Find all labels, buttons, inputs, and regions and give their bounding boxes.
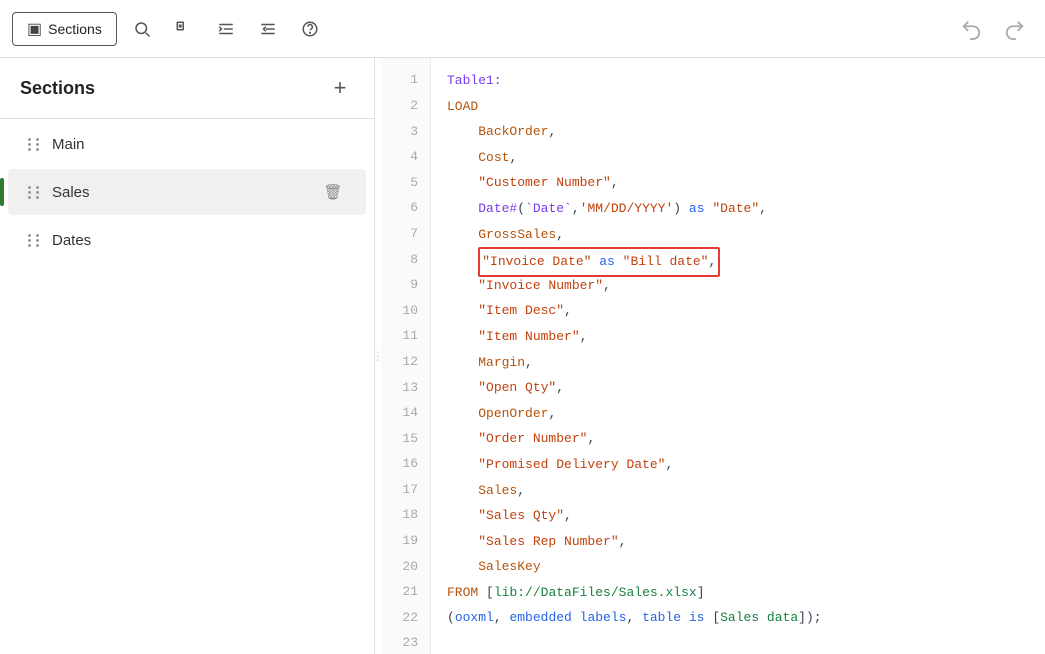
sidebar-item-dates[interactable]: Dates 🗑 [8,217,366,263]
sidebar-item-label-dates: Dates [52,232,310,249]
code-line-6: Date#(`Date`,'MM/DD/YYYY') as "Date", [447,196,1029,222]
search-icon [133,20,151,38]
add-section-button[interactable]: + [326,74,354,102]
undo-icon [960,18,982,40]
code-line-10: "Item Desc", [447,298,1029,324]
code-line-19: "Sales Rep Number", [447,529,1029,555]
sidebar-title: Sections [20,78,95,99]
main-content: Sections + Main 🗑 [0,58,1045,654]
line-number-20: 20 [381,554,430,580]
sidebar-item-sales[interactable]: Sales 🗑 [8,169,366,215]
drag-handle-dates [28,234,42,247]
code-line-13: "Open Qty", [447,375,1029,401]
line-number-8: 8 [381,247,430,273]
line-number-10: 10 [381,298,430,324]
code-line-18: "Sales Qty", [447,503,1029,529]
line-number-14: 14 [381,401,430,427]
line-number-7: 7 [381,222,430,248]
line-number-1: 1 [381,68,430,94]
sidebar-item-label-main: Main [52,136,310,153]
code-line-14: OpenOrder, [447,401,1029,427]
line-number-5: 5 [381,170,430,196]
code-line-7: GrossSales, [447,222,1029,248]
line-number-18: 18 [381,503,430,529]
drag-handle-main [28,138,42,151]
code-line-23 [447,631,1029,654]
line-number-23: 23 [381,631,430,654]
outdent-icon [259,20,277,38]
line-number-3: 3 [381,119,430,145]
outdent-button[interactable] [251,12,285,46]
code-line-5: "Customer Number", [447,170,1029,196]
code-line-3: BackOrder, [447,119,1029,145]
code-line-21: FROM [lib://DataFiles/Sales.xlsx] [447,580,1029,606]
sidebar-item-label-sales: Sales [52,184,310,201]
redo-button[interactable] [997,11,1033,47]
indent-icon [217,20,235,38]
sidebar-item-main[interactable]: Main 🗑 [8,121,366,167]
code-line-1: Table1: [447,68,1029,94]
comment-button[interactable] [167,12,201,46]
code-line-17: Sales, [447,478,1029,504]
code-line-9: "Invoice Number", [447,273,1029,299]
line-number-16: 16 [381,452,430,478]
line-number-15: 15 [381,426,430,452]
code-line-2: LOAD [447,94,1029,120]
undo-button[interactable] [953,11,989,47]
code-line-22: (ooxml, embedded labels, table is [Sales… [447,605,1029,631]
line-number-13: 13 [381,375,430,401]
sections-button-label: Sections [48,21,102,37]
code-line-20: SalesKey [447,554,1029,580]
toolbar-right [953,11,1033,47]
indent-button[interactable] [209,12,243,46]
line-number-2: 2 [381,94,430,120]
sidebar-items-list: Main 🗑 Sales 🗑 Dates [0,119,374,654]
add-icon: + [334,75,347,101]
line-number-12: 12 [381,350,430,376]
line-number-17: 17 [381,478,430,504]
code-line-15: "Order Number", [447,426,1029,452]
toolbar: ▣ Sections [0,0,1045,58]
code-line-8: "Invoice Date" as "Bill date", [447,247,1029,273]
help-button[interactable] [293,12,327,46]
line-number-6: 6 [381,196,430,222]
line-numbers: 1234567891011121314151617181920212223 [381,58,431,654]
line-number-11: 11 [381,324,430,350]
drag-handle-sales [28,186,42,199]
sidebar-header: Sections + [0,58,374,119]
sections-button[interactable]: ▣ Sections [12,12,117,46]
search-button[interactable] [125,12,159,46]
delete-sales-button[interactable]: 🗑 [320,179,346,205]
line-number-4: 4 [381,145,430,171]
line-number-19: 19 [381,529,430,555]
panel-icon: ▣ [27,19,42,39]
code-content[interactable]: Table1:LOAD BackOrder, Cost, "Customer N… [431,58,1045,654]
line-number-22: 22 [381,605,430,631]
code-line-11: "Item Number", [447,324,1029,350]
comment-icon [175,20,193,38]
redo-icon [1004,18,1026,40]
line-number-21: 21 [381,580,430,606]
sidebar: Sections + Main 🗑 [0,58,375,654]
code-line-16: "Promised Delivery Date", [447,452,1029,478]
line-number-9: 9 [381,273,430,299]
code-line-12: Margin, [447,350,1029,376]
code-line-4: Cost, [447,145,1029,171]
help-icon [301,20,319,38]
code-editor[interactable]: 1234567891011121314151617181920212223 Ta… [381,58,1045,654]
